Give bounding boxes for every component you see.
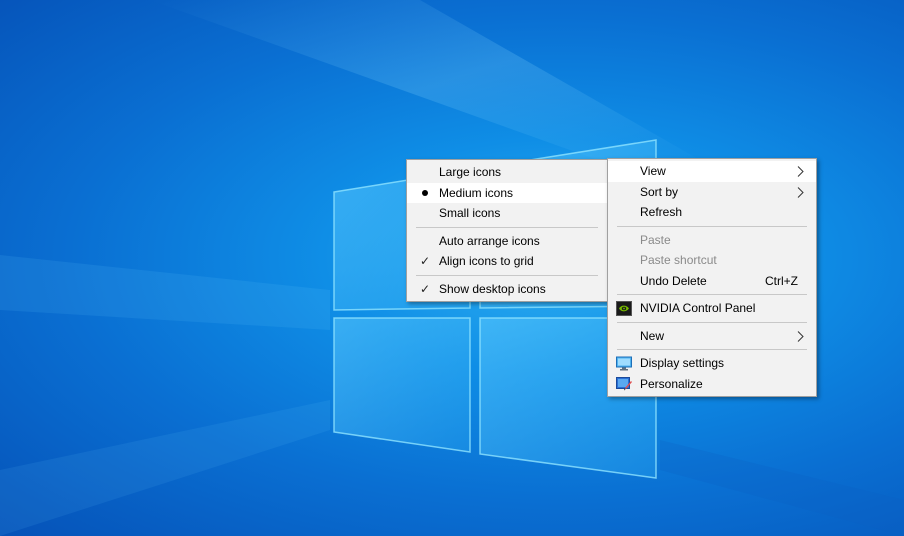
menu-separator	[617, 225, 807, 227]
nvidia-icon	[616, 300, 632, 316]
menu-item-label: View	[640, 164, 666, 178]
menu-item-align-to-grid[interactable]: ✓ Align icons to grid	[407, 251, 607, 272]
menu-item-label: Auto arrange icons	[439, 233, 540, 248]
menu-item-paste-shortcut: Paste shortcut	[608, 250, 816, 271]
desktop-context-menu: View Sort by Refresh Paste Paste shortcu…	[607, 158, 817, 397]
shortcut-text: Ctrl+Z	[765, 273, 798, 288]
menu-item-label: Display settings	[640, 356, 725, 370]
menu-separator	[416, 226, 598, 228]
menu-item-label: Paste shortcut	[640, 253, 717, 267]
menu-item-label: New	[640, 328, 665, 343]
menu-item-refresh[interactable]: Refresh	[608, 202, 816, 223]
checkmark-icon: ✓	[419, 254, 431, 268]
menu-item-large-icons[interactable]: Large icons	[407, 162, 607, 183]
desktop[interactable]: Large icons Medium icons Small icons Aut…	[0, 0, 904, 536]
menu-item-label: Personalize	[640, 376, 703, 391]
menu-item-paste: Paste	[608, 230, 816, 251]
checkmark-icon: ✓	[419, 281, 431, 296]
radio-bullet-icon	[422, 190, 428, 196]
menu-separator	[416, 274, 598, 276]
menu-item-personalize[interactable]: Personalize	[608, 374, 816, 395]
chevron-right-icon	[797, 330, 804, 342]
view-submenu: Large icons Medium icons Small icons Aut…	[406, 159, 608, 302]
menu-item-display-settings[interactable]: Display settings	[608, 353, 816, 374]
menu-item-label: Show desktop icons	[439, 281, 546, 296]
menu-item-label: Undo Delete	[640, 273, 707, 288]
menu-separator	[617, 349, 807, 350]
menu-item-label: Medium icons	[439, 185, 514, 200]
menu-separator	[617, 321, 807, 323]
menu-item-small-icons[interactable]: Small icons	[407, 203, 607, 224]
menu-separator	[617, 294, 807, 295]
menu-item-label: Align icons to grid	[439, 254, 534, 268]
menu-item-label: Paste	[640, 232, 671, 247]
menu-item-label: NVIDIA Control Panel	[640, 301, 756, 315]
chevron-right-icon	[797, 166, 804, 177]
menu-item-label: Refresh	[640, 205, 683, 219]
display-settings-icon	[616, 356, 632, 370]
menu-item-undo-delete[interactable]: Undo Delete Ctrl+Z	[608, 271, 816, 292]
menu-item-nvidia-control-panel[interactable]: NVIDIA Control Panel	[608, 298, 816, 319]
menu-item-label: Large icons	[439, 165, 502, 179]
personalize-icon	[616, 377, 632, 391]
menu-item-sort-by[interactable]: Sort by	[608, 182, 816, 203]
menu-item-medium-icons[interactable]: Medium icons	[407, 182, 607, 203]
menu-item-show-desktop-icons[interactable]: ✓ Show desktop icons	[407, 279, 607, 300]
menu-item-label: Small icons	[439, 206, 501, 220]
menu-item-view[interactable]: View	[608, 161, 816, 182]
chevron-right-icon	[797, 186, 804, 198]
menu-item-new[interactable]: New	[608, 326, 816, 347]
menu-item-label: Sort by	[640, 184, 679, 199]
menu-item-auto-arrange[interactable]: Auto arrange icons	[407, 231, 607, 252]
